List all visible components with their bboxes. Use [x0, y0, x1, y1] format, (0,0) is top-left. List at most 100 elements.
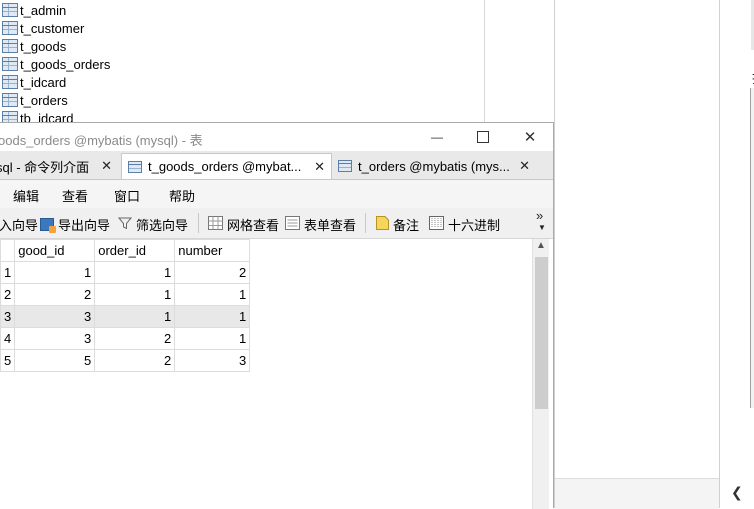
menu-help[interactable]: 帮助 [169, 186, 195, 205]
column-header-order_id[interactable]: order_id [94, 239, 176, 262]
more-icon: » [536, 208, 544, 223]
menu-bar: 编辑 查看 窗口 帮助 [0, 180, 553, 208]
result-table: good_id order_id number 1 1 1 2 2 2 1 1 … [0, 239, 251, 372]
cell-order_id[interactable]: 1 [94, 261, 176, 284]
tab-command-line[interactable]: sql - 命令列介面 ✕ [0, 153, 118, 179]
table-row[interactable]: 4 3 2 1 [0, 327, 251, 350]
tree-item-label: t_goods_orders [20, 56, 111, 72]
cell-number[interactable]: 3 [174, 349, 251, 372]
vertical-scrollbar[interactable]: ▲ [532, 239, 549, 509]
form-view-label: 表单查看 [304, 218, 357, 233]
memo-button[interactable]: 备注 [376, 215, 419, 234]
hex-icon [429, 216, 444, 233]
toolbar-separator [365, 213, 366, 233]
title-bar[interactable]: oods_orders @mybatis (mysql) - 表 — ✕ [0, 123, 553, 151]
table-row[interactable]: 5 5 2 3 [0, 349, 251, 372]
table-row-selected[interactable]: 3 3 1 1 [0, 305, 251, 328]
cell-number[interactable]: 1 [174, 305, 251, 328]
minimize-button[interactable]: — [414, 123, 460, 151]
header-row: good_id order_id number [0, 239, 251, 262]
cell-good_id[interactable]: 3 [14, 327, 96, 350]
menu-edit[interactable]: 编辑 [13, 186, 39, 205]
cell-good_id[interactable]: 5 [14, 349, 96, 372]
row-indicator[interactable]: 1 [0, 261, 16, 284]
toolbar-separator [198, 213, 199, 233]
tree-item-t_goods[interactable]: t_goods [0, 37, 66, 55]
tab-orders[interactable]: t_orders @mybatis (mys... ✕ [332, 153, 536, 179]
menu-view[interactable]: 查看 [62, 186, 88, 205]
pane-scrollbar[interactable] [750, 88, 754, 408]
filter-label: 筛选向导 [136, 218, 189, 233]
navigator-tree: t_admin t_customer t_goods t_goods_order… [0, 0, 485, 140]
cell-number[interactable]: 2 [174, 261, 251, 284]
cell-order_id[interactable]: 2 [94, 327, 176, 350]
close-button[interactable]: ✕ [507, 123, 553, 151]
tab-label: t_goods_orders @mybat... [148, 159, 302, 174]
window-title: oods_orders @mybatis (mysql) - 表 [0, 133, 203, 148]
cell-good_id[interactable]: 1 [14, 261, 96, 284]
row-indicator[interactable]: 3 [0, 305, 16, 328]
maximize-button[interactable] [460, 123, 506, 151]
tree-item-label: t_goods [20, 38, 67, 54]
tree-item-label: t_idcard [20, 74, 67, 90]
tree-item-t_customer[interactable]: t_customer [0, 19, 84, 37]
menu-window[interactable]: 窗口 [114, 186, 140, 205]
close-icon[interactable]: ✕ [314, 159, 325, 175]
tree-item-t_goods_orders[interactable]: t_goods_orders [0, 55, 110, 73]
table-row[interactable]: 1 1 1 2 [0, 261, 251, 284]
table-window: oods_orders @mybatis (mysql) - 表 — ✕ sql… [0, 122, 554, 509]
import-label: 入向导 [0, 218, 39, 233]
tab-bar: sql - 命令列介面 ✕ t_goods_orders @mybat... ✕… [0, 151, 553, 180]
close-icon[interactable]: ✕ [101, 158, 112, 174]
row-indicator[interactable]: 2 [0, 283, 16, 306]
import-wizard-button[interactable]: 入向导 [0, 215, 38, 234]
export-wizard-button[interactable]: 导出向导 [40, 215, 110, 234]
tab-label: t_orders @mybatis (mys... [358, 158, 510, 174]
tab-goods-orders[interactable]: t_goods_orders @mybat... ✕ [121, 153, 332, 179]
hex-button[interactable]: 十六进制 [429, 215, 500, 234]
toolbar-overflow-button[interactable]: » ▼ [536, 208, 546, 234]
table-row[interactable]: 2 2 1 1 [0, 283, 251, 306]
export-label: 导出向导 [58, 218, 111, 233]
row-indicator[interactable]: 4 [0, 327, 16, 350]
background-pane: 找 ❮ [554, 0, 754, 509]
cell-order_id[interactable]: 1 [94, 305, 176, 328]
cell-good_id[interactable]: 3 [14, 305, 96, 328]
row-indicator[interactable]: 5 [0, 349, 16, 372]
dropdown-icon: ▼ [538, 223, 546, 232]
tree-item-t_idcard[interactable]: t_idcard [0, 73, 66, 91]
close-icon[interactable]: ✕ [519, 158, 530, 174]
scrollbar-thumb[interactable] [535, 257, 548, 409]
tree-item-label: t_admin [20, 2, 67, 18]
cell-order_id[interactable]: 1 [94, 283, 176, 306]
tree-item-label: t_customer [20, 20, 85, 36]
tab-label: sql - 命令列介面 [0, 159, 90, 175]
cell-good_id[interactable]: 2 [14, 283, 96, 306]
filter-wizard-button[interactable]: 筛选向导 [117, 215, 189, 234]
table-icon [2, 3, 18, 17]
table-icon [2, 39, 18, 53]
toolbar: 入向导 导出向导 筛选向导 网格查看 表单查看 备注 十六进制 » ▼ [0, 208, 553, 239]
tree-item-t_admin[interactable]: t_admin [0, 1, 66, 19]
column-header-number[interactable]: number [174, 239, 251, 262]
column-header-good_id[interactable]: good_id [14, 239, 96, 262]
table-icon [2, 93, 18, 107]
cell-number[interactable]: 1 [174, 283, 251, 306]
maximize-icon [477, 131, 489, 143]
pane-bottom-bar [555, 478, 719, 509]
table-icon [338, 160, 352, 172]
note-icon [376, 216, 389, 233]
cell-number[interactable]: 1 [174, 327, 251, 350]
table-icon [2, 57, 18, 71]
form-view-button[interactable]: 表单查看 [285, 215, 356, 234]
scroll-up-icon[interactable]: ▲ [536, 240, 546, 251]
tree-item-label: t_orders [20, 92, 68, 108]
hex-label: 十六进制 [448, 218, 501, 233]
scroll-left-icon[interactable]: ❮ [731, 484, 743, 501]
close-icon: ✕ [523, 129, 537, 146]
tree-item-t_orders[interactable]: t_orders [0, 91, 68, 109]
cell-order_id[interactable]: 2 [94, 349, 176, 372]
export-icon [40, 218, 56, 233]
table-icon [128, 160, 142, 173]
grid-view-button[interactable]: 网格查看 [208, 215, 279, 234]
